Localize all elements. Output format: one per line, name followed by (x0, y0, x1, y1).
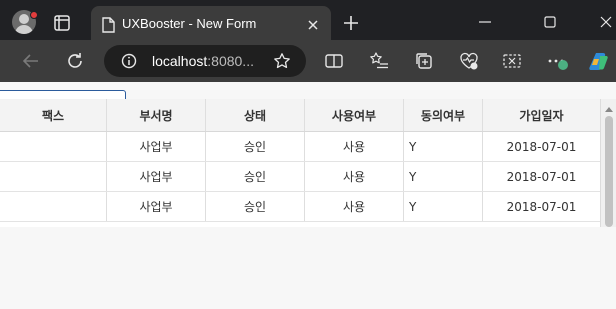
cell-dept: 사업부 (107, 162, 206, 191)
cell-agree: Y (404, 162, 483, 191)
tab-actions-icon[interactable] (52, 13, 72, 33)
address-bar[interactable]: localhost:8080... (104, 45, 306, 77)
cell-status: 승인 (206, 192, 305, 221)
star-icon[interactable] (273, 52, 291, 74)
url-host: localhost (152, 53, 208, 69)
cell-status: 승인 (206, 132, 305, 161)
maximize-icon[interactable] (540, 12, 560, 32)
page-icon (101, 17, 115, 37)
vertical-scrollbar[interactable] (600, 99, 616, 227)
cell-status: 승인 (206, 162, 305, 191)
screenshot-icon[interactable] (501, 50, 523, 72)
cell-joined: 2018-07-01 (506, 139, 577, 154)
tab-title: UXBooster - New Form (122, 16, 257, 31)
column-header-dept[interactable]: 부서명 (107, 99, 206, 131)
table-row[interactable]: 사업부 승인 사용 Y 2018-07-01 (0, 132, 600, 162)
cell-agree: Y (404, 192, 483, 221)
cell-joined: 2018-07-01 (506, 169, 577, 184)
close-tab-icon[interactable] (305, 17, 321, 33)
profile-notification-badge (30, 11, 38, 19)
browser-tab-bar: UXBooster - New Form (0, 0, 616, 45)
table-row[interactable]: 사업부 승인 사용 Y 2018-07-01 (0, 162, 600, 192)
column-header-status[interactable]: 상태 (206, 99, 305, 131)
cell-agree: Y (404, 132, 483, 161)
back-arrow-icon[interactable] (20, 50, 42, 72)
column-header-joined[interactable]: 가입일자 (483, 99, 600, 131)
cell-joined: 2018-07-01 (506, 199, 577, 214)
grid-header: 팩스 부서명 상태 사용여부 동의여부 가입일자 (0, 99, 600, 132)
cell-fax (0, 162, 107, 191)
url-text: localhost:8080... (152, 53, 254, 69)
column-header-use[interactable]: 사용여부 (305, 99, 404, 131)
url-rest: :8080... (207, 53, 254, 69)
new-tab-plus-icon[interactable] (341, 13, 361, 33)
favorites-list-icon[interactable] (368, 50, 390, 72)
minimize-icon[interactable] (475, 12, 495, 32)
table-row[interactable]: 사업부 승인 사용 Y 2018-07-01 (0, 192, 600, 222)
scroll-up-arrow-icon[interactable] (605, 107, 613, 112)
cell-fax (0, 132, 107, 161)
browser-toolbar: localhost:8080... (0, 40, 616, 82)
cell-dept: 사업부 (107, 132, 206, 161)
close-window-icon[interactable] (596, 12, 616, 32)
copilot-icon[interactable] (588, 50, 610, 72)
scrollbar-thumb[interactable] (605, 116, 613, 227)
collections-icon[interactable] (413, 50, 435, 72)
update-badge (558, 60, 568, 70)
heart-pulse-icon[interactable] (458, 50, 480, 72)
cell-use: 사용 (305, 162, 404, 191)
reload-icon[interactable] (64, 50, 86, 72)
cell-use: 사용 (305, 132, 404, 161)
cell-dept: 사업부 (107, 192, 206, 221)
cell-use: 사용 (305, 192, 404, 221)
data-grid: 팩스 부서명 상태 사용여부 동의여부 가입일자 사업부 승인 사용 Y 201… (0, 99, 600, 227)
info-icon[interactable] (121, 53, 137, 73)
column-header-fax[interactable]: 팩스 (0, 99, 107, 131)
column-header-agree[interactable]: 동의여부 (404, 99, 483, 131)
cell-fax (0, 192, 107, 221)
split-screen-icon[interactable] (323, 50, 345, 72)
